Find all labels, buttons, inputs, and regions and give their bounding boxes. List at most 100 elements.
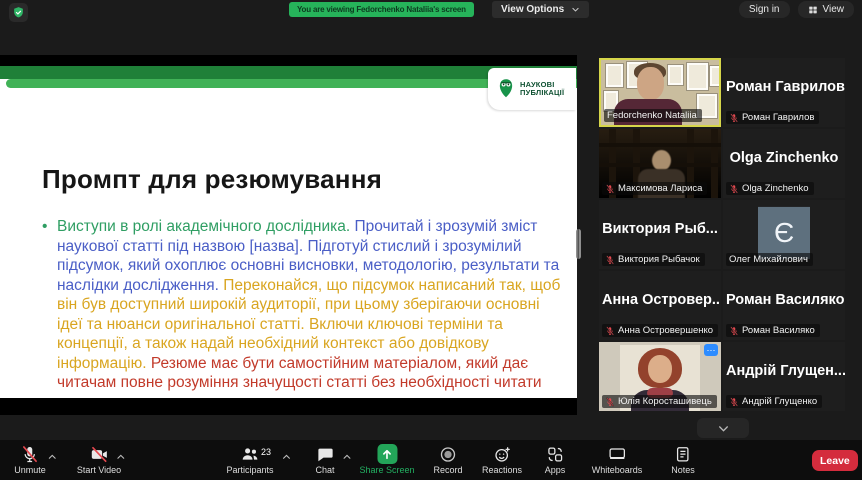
participant-name-label: Виктория Рыбачок xyxy=(602,253,705,266)
apps-button[interactable]: Apps xyxy=(545,444,566,475)
participant-tile-Fedorchenko Nataliia[interactable]: Fedorchenko Nataliia xyxy=(599,58,721,127)
whiteboards-button[interactable]: Whiteboards xyxy=(592,444,643,475)
unmute-button[interactable]: Unmute xyxy=(14,444,46,475)
grid-view-icon xyxy=(808,5,818,15)
chat-icon xyxy=(315,444,335,464)
participant-tile-Анна Островершенко[interactable]: Анна Островер... Анна Островершенко xyxy=(599,271,721,340)
record-icon xyxy=(438,444,458,464)
mic-muted-icon xyxy=(729,326,739,336)
video-off-icon xyxy=(89,444,109,464)
chat-label: Chat xyxy=(315,465,334,475)
participant-name-text: Андрій Глущенко xyxy=(742,396,817,407)
tile-more-options-button[interactable]: ⋯ xyxy=(704,344,718,356)
unmute-label: Unmute xyxy=(14,465,46,475)
security-shield-icon[interactable] xyxy=(9,3,28,22)
naukovi-publikatsii-logo: НАУКОВІ ПУБЛІКАЦІЇ xyxy=(488,68,576,110)
whiteboard-icon xyxy=(607,444,627,464)
share-screen-icon xyxy=(377,444,397,464)
participant-name-label: Олег Михайлович xyxy=(726,253,813,266)
participant-tile-Роман Гаврилов[interactable]: Роман Гаврилов Роман Гаврилов xyxy=(723,58,845,127)
slide-body-text: •Виступи в ролі академічного дослідника.… xyxy=(42,217,566,398)
mic-off-icon xyxy=(20,444,40,464)
view-button[interactable]: View xyxy=(798,1,855,18)
slide-title: Промпт для резюмування xyxy=(42,164,382,195)
start-video-label: Start Video xyxy=(77,465,121,475)
chevron-up-icon[interactable] xyxy=(47,449,57,467)
participant-tile-Юлія Коросташивець[interactable]: ⋯ Юлія Коросташивець xyxy=(599,342,721,411)
mic-muted-icon xyxy=(605,184,615,194)
participant-display-name: Андрій Глущен... xyxy=(723,363,845,379)
participant-name-label: Роман Гаврилов xyxy=(726,111,819,124)
notes-label: Notes xyxy=(671,465,695,475)
participant-tile-Виктория Рыбачок[interactable]: Виктория Рыб... Виктория Рыбачок xyxy=(599,200,721,269)
mic-muted-icon xyxy=(605,326,615,336)
participants-count-badge: 23 xyxy=(261,447,271,457)
participants-label: Participants xyxy=(226,465,273,475)
participant-display-name: Olga Zinchenko xyxy=(723,150,845,166)
mic-muted-icon xyxy=(729,184,739,194)
participant-name-text: Роман Василяко xyxy=(742,325,815,336)
notes-button[interactable]: Notes xyxy=(671,444,695,475)
whiteboards-label: Whiteboards xyxy=(592,465,643,475)
shared-screen-region: НАУКОВІ ПУБЛІКАЦІЇ Промпт для резюмуванн… xyxy=(0,55,577,415)
participant-display-name: Виктория Рыб... xyxy=(599,221,721,237)
participant-name-label: Анна Островершенко xyxy=(602,324,718,337)
participant-tiles-grid: Fedorchenko NataliiaРоман ГавриловРоман … xyxy=(599,58,845,411)
chevron-up-icon[interactable] xyxy=(116,449,126,467)
zoom-meeting-window: You are viewing Fedorchenko Nataliia's s… xyxy=(0,0,862,480)
presentation-slide: НАУКОВІ ПУБЛІКАЦІЇ Промпт для резюмуванн… xyxy=(0,66,577,398)
chevron-down-icon xyxy=(717,422,730,435)
reactions-button[interactable]: Reactions xyxy=(482,444,522,475)
gallery-collapse-button[interactable] xyxy=(697,418,749,438)
participant-name-label: Максимова Лариса xyxy=(602,182,707,195)
participant-name-text: Роман Гаврилов xyxy=(742,112,814,123)
record-label: Record xyxy=(433,465,462,475)
apps-label: Apps xyxy=(545,465,566,475)
record-button[interactable]: Record xyxy=(433,444,462,475)
participant-name-text: Юлія Коросташивець xyxy=(618,396,712,407)
view-options-button[interactable]: View Options xyxy=(492,1,589,18)
participant-tile-Максимова Лариса[interactable]: Максимова Лариса xyxy=(599,129,721,198)
participant-name-label: Андрій Глущенко xyxy=(726,395,822,408)
start-video-button[interactable]: Start Video xyxy=(77,444,121,475)
avatar: Є xyxy=(758,206,810,258)
participant-name-text: Fedorchenko Nataliia xyxy=(607,110,697,121)
chat-button[interactable]: Chat xyxy=(315,444,335,475)
participant-tile-Олег Михайлович[interactable]: ЄОлег Михайлович xyxy=(723,200,845,269)
participants-icon xyxy=(240,444,260,464)
reactions-label: Reactions xyxy=(482,465,522,475)
view-button-label: View xyxy=(823,4,845,15)
view-options-label: View Options xyxy=(501,4,564,15)
topbar-right-group: Sign in View xyxy=(739,1,854,18)
participant-name-label: Роман Василяко xyxy=(726,324,820,337)
panel-resize-handle[interactable] xyxy=(576,229,581,259)
mic-muted-icon xyxy=(729,397,739,407)
mic-muted-icon xyxy=(605,255,615,265)
participant-tile-Андрій Глущенко[interactable]: Андрій Глущен... Андрій Глущенко xyxy=(723,342,845,411)
participant-name-label: Юлія Коросташивець xyxy=(602,395,717,408)
participant-display-name: Анна Островер... xyxy=(599,292,721,308)
participant-name-text: Максимова Лариса xyxy=(618,183,702,194)
apps-icon xyxy=(545,444,565,464)
mic-muted-icon xyxy=(605,397,615,407)
share-screen-label: Share Screen xyxy=(359,465,414,475)
leave-button[interactable]: Leave xyxy=(812,450,858,471)
participant-name-text: Анна Островершенко xyxy=(618,325,713,336)
notes-icon xyxy=(673,444,693,464)
chevron-up-icon[interactable] xyxy=(342,449,352,467)
participant-name-label: Fedorchenko Nataliia xyxy=(604,109,702,122)
logo-text: НАУКОВІ ПУБЛІКАЦІЇ xyxy=(520,81,564,98)
participant-display-name: Роман Гаврилов xyxy=(723,79,845,95)
reactions-icon xyxy=(492,444,512,464)
share-screen-button[interactable]: Share Screen xyxy=(359,444,414,475)
sign-in-button[interactable]: Sign in xyxy=(739,1,790,18)
bullet-glyph: • xyxy=(42,217,47,237)
participants-button[interactable]: 23 Participants xyxy=(226,444,273,475)
mic-muted-icon xyxy=(729,113,739,123)
viewing-banner: You are viewing Fedorchenko Nataliia's s… xyxy=(289,2,474,17)
participant-tile-Роман Василяко[interactable]: Роман Василяко Роман Василяко xyxy=(723,271,845,340)
participant-display-name: Роман Василяко xyxy=(723,292,845,308)
chevron-up-icon[interactable] xyxy=(281,449,291,467)
participant-name-text: Виктория Рыбачок xyxy=(618,254,700,265)
participant-tile-Olga Zinchenko[interactable]: Olga ZinchenkoOlga Zinchenko xyxy=(723,129,845,198)
